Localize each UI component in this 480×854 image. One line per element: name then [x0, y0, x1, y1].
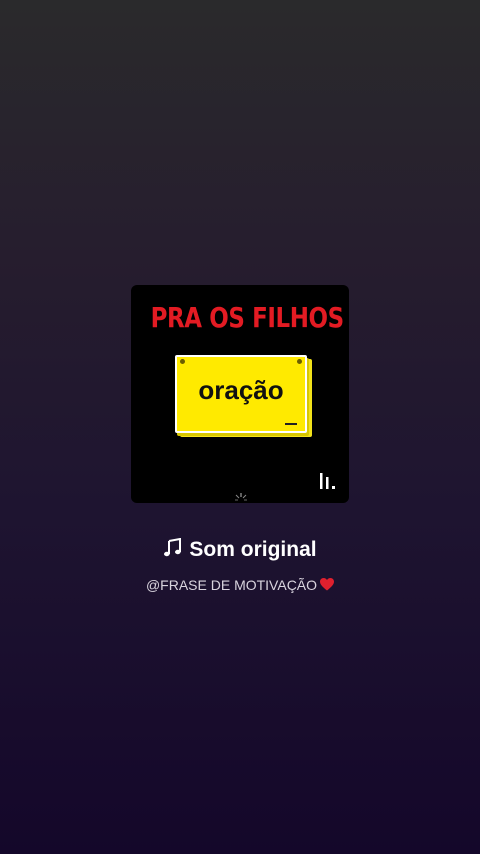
cover-headline: PRA OS FILHOS: [150, 301, 345, 334]
sound-cover-image[interactable]: PRA OS FILHOS oração: [131, 285, 349, 503]
author-name: @FRASE DE MOTIVAÇÃO: [145, 577, 318, 593]
signature-mark: [285, 423, 297, 425]
music-note-icon: [164, 538, 182, 557]
pin-icon: [297, 359, 302, 364]
sound-author[interactable]: @FRASE DE MOTIVAÇÃO: [0, 577, 480, 593]
bars-logo-icon: [320, 473, 335, 489]
loading-spinner-icon: [235, 493, 247, 501]
note-text: oração: [198, 375, 284, 405]
yellow-note: oração: [175, 355, 307, 433]
sound-title[interactable]: Som original: [0, 538, 480, 562]
sound-title-text: Som original: [189, 538, 317, 561]
pin-icon: [180, 359, 185, 364]
heart-icon: [320, 578, 335, 591]
